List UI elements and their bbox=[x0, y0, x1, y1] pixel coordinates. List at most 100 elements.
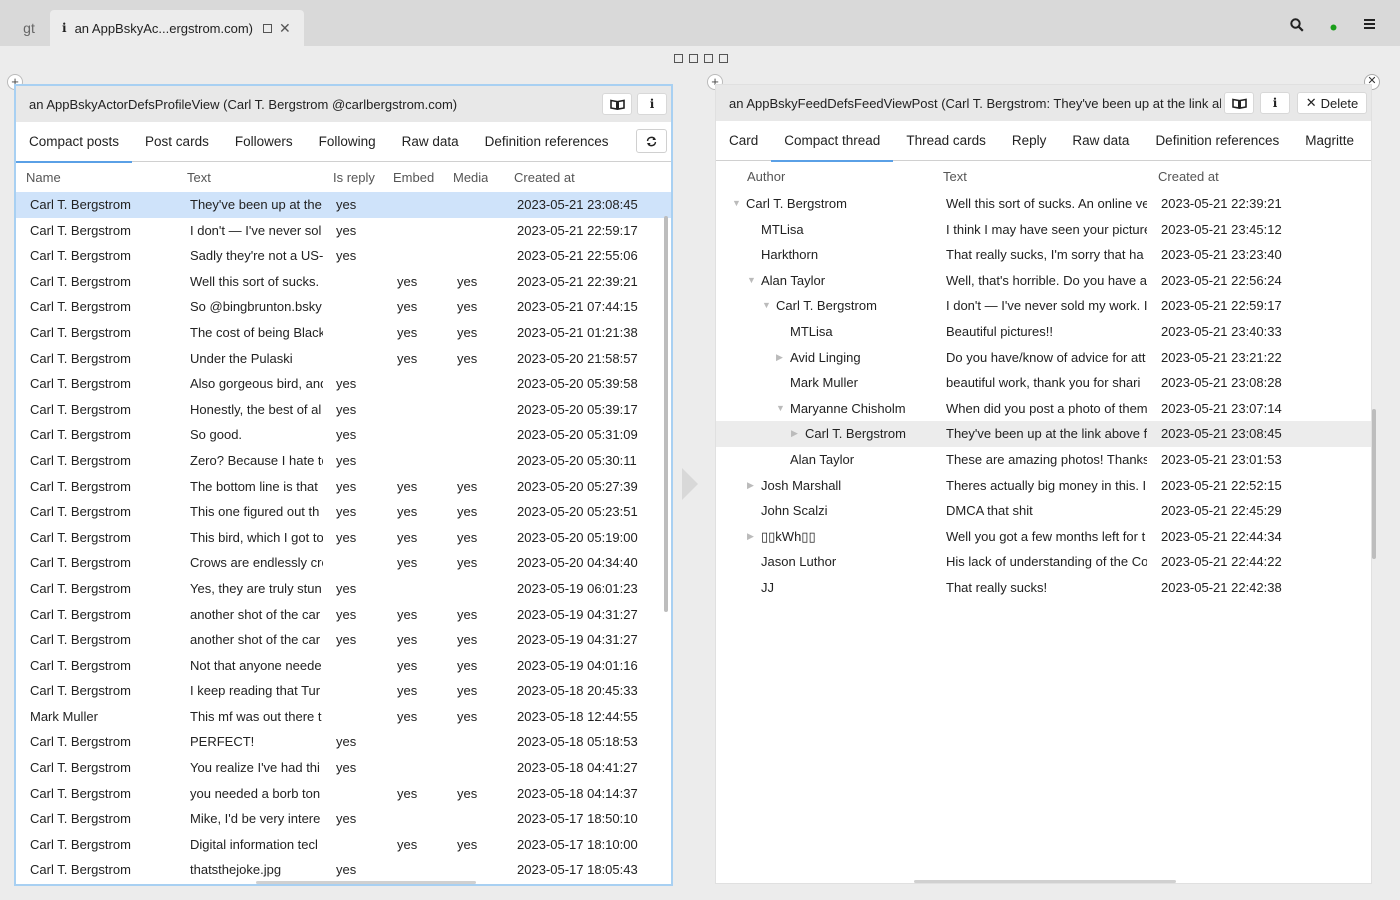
table-row[interactable]: Carl T. Bergstrom This bird, which I got … bbox=[16, 525, 671, 551]
tree-row[interactable]: ▼ Alan Taylor Well, that's horrible. Do yo… bbox=[716, 268, 1371, 294]
tab-compact-thread[interactable]: Compact thread bbox=[771, 121, 894, 162]
collapse-toggle-icon[interactable]: ▼ bbox=[747, 275, 756, 285]
table-row[interactable]: Carl T. Bergstrom another shot of the car… bbox=[16, 602, 671, 628]
table-row[interactable]: Carl T. Bergstrom Not that anyone neede ye… bbox=[16, 653, 671, 679]
inspect-button[interactable]: i bbox=[1260, 92, 1290, 114]
delete-button[interactable]: ✕ Delete bbox=[1297, 92, 1367, 114]
tree-row[interactable]: ▼ Carl T. Bergstrom I don't — I've never s… bbox=[716, 293, 1371, 319]
table-row[interactable]: Carl T. Bergstrom another shot of the car… bbox=[16, 627, 671, 653]
tab-card[interactable]: Card bbox=[716, 121, 771, 161]
horizontal-scrollbar[interactable] bbox=[914, 880, 1176, 883]
horizontal-scrollbar[interactable] bbox=[256, 881, 476, 884]
table-row[interactable]: Carl T. Bergstrom The cost of being Black… bbox=[16, 320, 671, 346]
table-row[interactable]: Carl T. Bergstrom you needed a borb ton ye… bbox=[16, 781, 671, 807]
row-created-at: 2023-05-18 04:14:37 bbox=[517, 785, 638, 801]
column-header[interactable]: Created at bbox=[514, 170, 575, 185]
table-row[interactable]: Carl T. Bergstrom So @bingbrunton.bsky yes… bbox=[16, 294, 671, 320]
collapse-toggle-icon[interactable]: ▼ bbox=[762, 300, 771, 310]
column-header[interactable]: Embed bbox=[393, 170, 434, 185]
tree-row[interactable]: ▶ Carl T. Bergstrom They've been up at the… bbox=[716, 421, 1371, 447]
tree-row[interactable]: ▶ Avid Linging Do you have/know of advice … bbox=[716, 345, 1371, 371]
table-row[interactable]: Mark Muller This mf was out there t yes yes… bbox=[16, 704, 671, 730]
row-is-reply: yes bbox=[336, 632, 357, 648]
menu-icon[interactable] bbox=[1364, 18, 1375, 30]
tree-row[interactable]: JJ That really sucks! 2023-05-21 22:42:38 bbox=[716, 575, 1371, 601]
tree-row[interactable]: John Scalzi DMCA that shit 2023-05-21 22:4… bbox=[716, 498, 1371, 524]
tab-thread-cards[interactable]: Thread cards bbox=[893, 121, 999, 161]
column-header[interactable]: Text bbox=[187, 170, 211, 185]
column-header[interactable]: Is reply bbox=[333, 170, 375, 185]
table-row[interactable]: Carl T. Bergstrom I don't — I've never so… bbox=[16, 218, 671, 244]
table-row[interactable]: Carl T. Bergstrom You realize I've had th… bbox=[16, 755, 671, 781]
table-row[interactable]: Carl T. Bergstrom The bottom line is that… bbox=[16, 474, 671, 500]
tab-magritte[interactable]: Magritte bbox=[1292, 121, 1367, 161]
tree-row[interactable]: Alan Taylor These are amazing photos! Tha… bbox=[716, 447, 1371, 473]
table-row[interactable]: Carl T. Bergstrom Well this sort of sucks… bbox=[16, 269, 671, 295]
gt-home-tab[interactable]: gt bbox=[10, 10, 48, 46]
refresh-button[interactable] bbox=[636, 129, 667, 153]
tree-row[interactable]: ▼ Maryanne Chisholm When did you post a ph… bbox=[716, 396, 1371, 422]
book-button[interactable] bbox=[1224, 92, 1254, 114]
table-row[interactable]: Carl T. Bergstrom Honestly, the best of a… bbox=[16, 397, 671, 423]
table-row[interactable]: Carl T. Bergstrom Also gorgeous bird, and… bbox=[16, 371, 671, 397]
vertical-scrollbar[interactable] bbox=[1372, 409, 1376, 559]
tree-row[interactable]: ▶ Josh Marshall Theres actually big money … bbox=[716, 473, 1371, 499]
row-text: That really sucks, I'm sorry that ha bbox=[946, 247, 1144, 263]
expand-toggle-icon[interactable]: ▶ bbox=[776, 352, 783, 363]
maximize-tab-icon[interactable] bbox=[263, 23, 273, 33]
table-row[interactable]: Carl T. Bergstrom They've been up at the y… bbox=[16, 192, 671, 218]
tree-row[interactable]: Harkthorn That really sucks, I'm sorry th… bbox=[716, 242, 1371, 268]
table-row[interactable]: Carl T. Bergstrom This one figured out th… bbox=[16, 499, 671, 525]
table-row[interactable]: Carl T. Bergstrom Crows are endlessly cre… bbox=[16, 550, 671, 576]
table-row[interactable]: Carl T. Bergstrom Zero? Because I hate to… bbox=[16, 448, 671, 474]
tab-post-cards[interactable]: Post cards bbox=[132, 122, 222, 162]
tree-row[interactable]: ▼ Carl T. Bergstrom Well this sort of suck… bbox=[716, 191, 1371, 217]
tab-followers[interactable]: Followers bbox=[222, 122, 306, 162]
table-row[interactable]: Carl T. Bergstrom Digital information tec… bbox=[16, 832, 671, 858]
tab-definition-references[interactable]: Definition references bbox=[472, 122, 622, 162]
tree-row[interactable]: Mark Muller beautiful work, thank you for… bbox=[716, 370, 1371, 396]
tree-row[interactable]: MTLisa Beautiful pictures!! 2023-05-21 23:… bbox=[716, 319, 1371, 345]
profile-view-pane: an AppBskyActorDefsProfileView (Carl T. … bbox=[14, 84, 673, 886]
row-text: Theres actually big money in this. I bbox=[946, 477, 1147, 493]
expand-toggle-icon[interactable]: ▶ bbox=[791, 428, 798, 439]
inspect-button[interactable]: i bbox=[637, 93, 667, 115]
expand-toggle-icon[interactable]: ▶ bbox=[747, 531, 754, 542]
tab-raw-data[interactable]: Raw data bbox=[1059, 121, 1142, 161]
column-header[interactable]: Media bbox=[453, 170, 488, 185]
table-row[interactable]: Carl T. Bergstrom thatsthejoke.jpg yes 2023… bbox=[16, 857, 671, 883]
tab-raw-data[interactable]: Raw data bbox=[389, 122, 472, 162]
close-tab-icon[interactable]: ✕ bbox=[279, 20, 291, 37]
tab-reply[interactable]: Reply bbox=[999, 121, 1060, 161]
tree-row[interactable]: ▶ ▯▯kWh▯▯ Well you got a few months left f… bbox=[716, 524, 1371, 550]
pager-square-icon[interactable] bbox=[704, 54, 713, 63]
table-row[interactable]: Carl T. Bergstrom PERFECT! yes 2023-05-18 0… bbox=[16, 729, 671, 755]
tab-compact-posts[interactable]: Compact posts bbox=[16, 122, 133, 163]
collapse-toggle-icon[interactable]: ▼ bbox=[732, 198, 741, 208]
tree-row[interactable]: Jason Luthor His lack of understanding of… bbox=[716, 549, 1371, 575]
pane-pager[interactable] bbox=[674, 54, 728, 63]
table-row[interactable]: Carl T. Bergstrom Under the Pulaski yes yes… bbox=[16, 346, 671, 372]
column-header[interactable]: Name bbox=[26, 170, 61, 185]
tab-definition-references[interactable]: Definition references bbox=[1142, 121, 1292, 161]
inspector-tab[interactable]: i an AppBskyAc...ergstrom.com) ✕ bbox=[50, 10, 304, 46]
pager-square-icon[interactable] bbox=[689, 54, 698, 63]
book-button[interactable] bbox=[602, 93, 632, 115]
column-header[interactable]: Author bbox=[747, 169, 785, 184]
table-row[interactable]: Carl T. Bergstrom Sadly they're not a US-… bbox=[16, 243, 671, 269]
tree-row[interactable]: MTLisa I think I may have seen your pictu… bbox=[716, 217, 1371, 243]
table-row[interactable]: Carl T. Bergstrom I keep reading that Tur… bbox=[16, 678, 671, 704]
pager-square-icon[interactable] bbox=[719, 54, 728, 63]
expand-toggle-icon[interactable]: ▶ bbox=[747, 480, 754, 491]
vertical-scrollbar[interactable] bbox=[664, 216, 668, 612]
column-header[interactable]: Text bbox=[943, 169, 967, 184]
pager-square-icon[interactable] bbox=[674, 54, 683, 63]
table-row[interactable]: Carl T. Bergstrom Mike, I'd be very inter… bbox=[16, 806, 671, 832]
column-header[interactable]: Created at bbox=[1158, 169, 1219, 184]
table-row[interactable]: Carl T. Bergstrom So good. yes 2023-05-20 0… bbox=[16, 422, 671, 448]
table-row[interactable]: Carl T. Bergstrom Yes, they are truly stu… bbox=[16, 576, 671, 602]
tab-following[interactable]: Following bbox=[306, 122, 389, 162]
search-icon[interactable] bbox=[1290, 18, 1304, 32]
tab-label: Compact posts bbox=[29, 134, 120, 149]
collapse-toggle-icon[interactable]: ▼ bbox=[776, 403, 785, 413]
